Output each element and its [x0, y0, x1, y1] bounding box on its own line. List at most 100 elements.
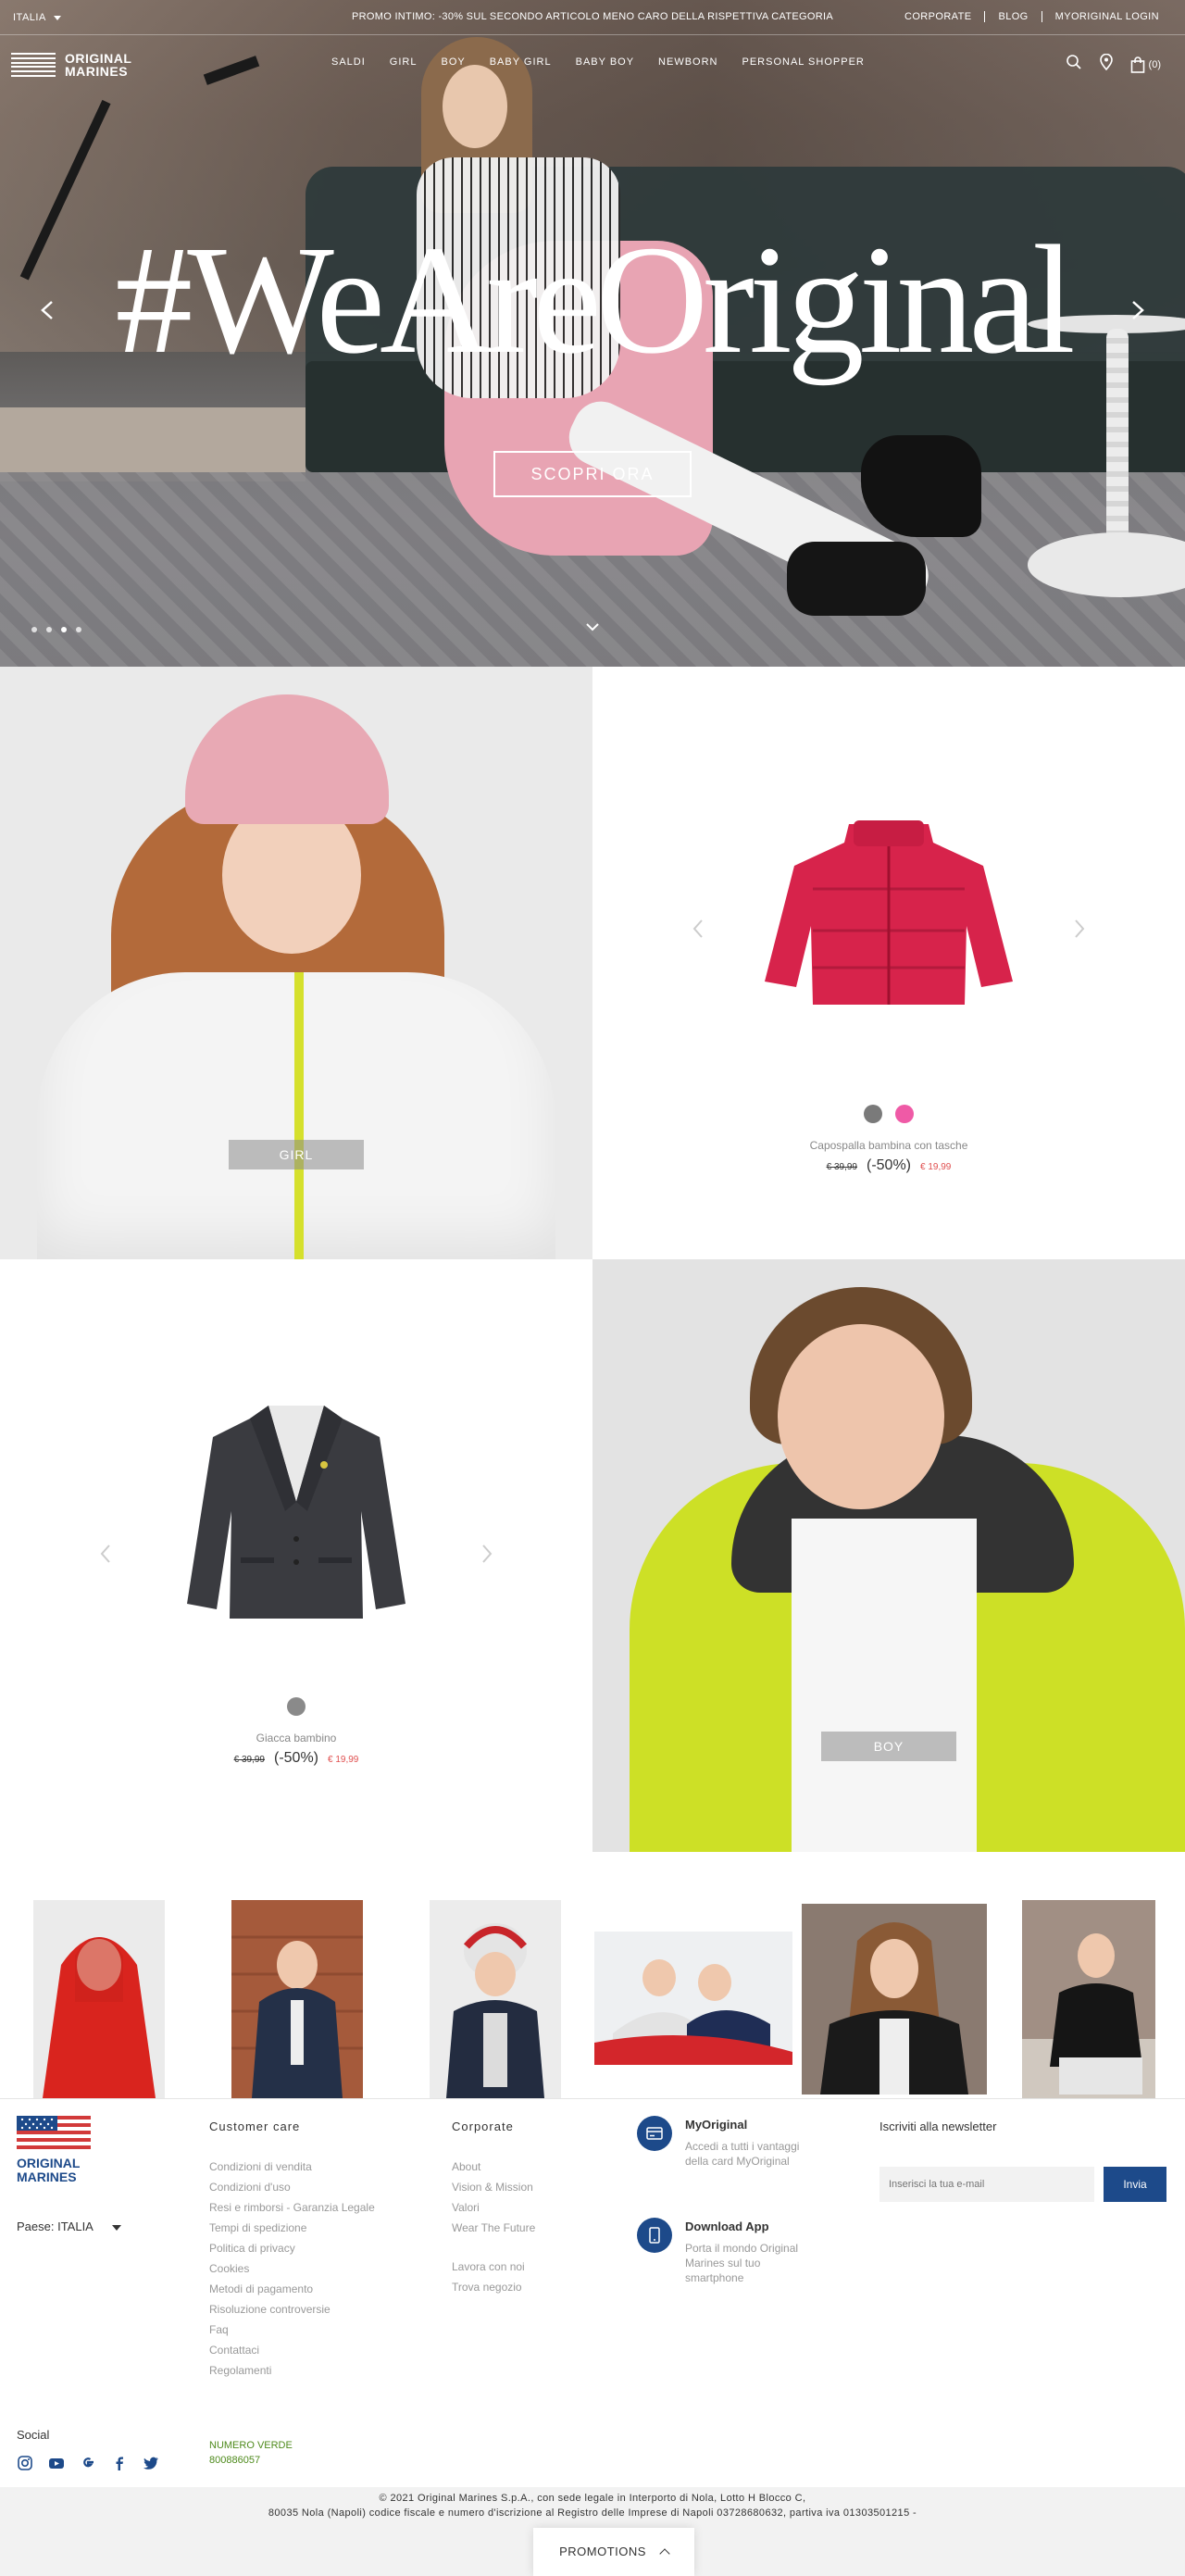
corporate-link[interactable]: CORPORATE	[892, 11, 984, 22]
main-nav: ORIGINAL MARINES SALDI GIRL BOY BABY GIRL…	[0, 37, 1185, 93]
carousel-item[interactable]	[594, 1932, 792, 2065]
promotions-button[interactable]: PROMOTIONS	[533, 2528, 694, 2576]
footer-link[interactable]: Resi e rimborsi - Garanzia Legale	[209, 2197, 375, 2218]
youtube-icon[interactable]	[48, 2455, 65, 2471]
carousel-item[interactable]	[430, 1900, 561, 2098]
nav-item-newborn[interactable]: NEWBORN	[658, 56, 717, 68]
promotions-label: PROMOTIONS	[559, 2545, 646, 2558]
footer-link[interactable]: Valori	[452, 2197, 535, 2218]
footer-link[interactable]: Trova negozio	[452, 2277, 535, 2297]
instagram-icon[interactable]	[17, 2455, 33, 2471]
newsletter-submit-button[interactable]: Invia	[1104, 2167, 1166, 2202]
footer-link[interactable]: Politica di privacy	[209, 2238, 375, 2258]
boy-category-label[interactable]: BOY	[821, 1732, 956, 1761]
myoriginal-login-link[interactable]: MYORIGINAL LOGIN	[1041, 11, 1172, 22]
social-links	[17, 2455, 159, 2471]
discount: (-50%)	[273, 1750, 318, 1766]
hero-dot[interactable]	[31, 627, 37, 632]
customer-care-title: Customer care	[209, 2120, 301, 2133]
numero-verde[interactable]: NUMERO VERDE 800886057	[209, 2438, 293, 2468]
footer-link[interactable]: Regolamenti	[209, 2360, 375, 2381]
footer-link[interactable]: Faq	[209, 2320, 375, 2340]
country-selector[interactable]: ITALIA	[13, 12, 61, 23]
carousel-item[interactable]	[231, 1900, 363, 2098]
product-name[interactable]: Giacca bambino	[0, 1732, 592, 1744]
twitter-icon[interactable]	[143, 2455, 159, 2471]
myoriginal-desc: Accedi a tutti i vantaggi della card MyO…	[685, 2140, 800, 2168]
hero-dot[interactable]	[46, 627, 52, 632]
footer-link[interactable]: Tempi di spedizione	[209, 2218, 375, 2238]
scroll-down-icon[interactable]	[583, 619, 602, 637]
footer-link[interactable]: Cookies	[209, 2258, 375, 2279]
color-swatch-grey[interactable]	[864, 1105, 882, 1123]
footer-link[interactable]: Condizioni d'uso	[209, 2177, 375, 2197]
page: ITALIA PROMO INTIMO: -30% SUL SECONDO AR…	[0, 0, 1185, 2576]
download-app-feature[interactable]: Download App Porta il mondo Original Mar…	[637, 2218, 815, 2285]
nav-item-boy[interactable]: BOY	[441, 56, 465, 68]
discount: (-50%)	[866, 1157, 911, 1173]
legal-line: © 2021 Original Marines S.p.A., con sede…	[379, 2493, 806, 2504]
hero-title: #WeAreOriginal	[115, 214, 1075, 386]
product-image-blazer[interactable]	[185, 1400, 407, 1622]
product-card[interactable]: Capospalla bambina con tasche € 39,99 (-5…	[592, 667, 1185, 1259]
hero-prev-arrow[interactable]	[33, 296, 61, 324]
carousel-item[interactable]	[33, 1900, 165, 2098]
footer-country-label: Paese: ITALIA	[17, 2220, 94, 2233]
product-name[interactable]: Capospalla bambina con tasche	[592, 1139, 1185, 1152]
sale-price: € 19,99	[920, 1162, 952, 1172]
hero-cta-button[interactable]: SCOPRI ORA	[493, 451, 692, 497]
nav-item-girl[interactable]: GIRL	[390, 56, 418, 68]
newsletter-email-input[interactable]	[879, 2167, 1094, 2202]
promo-banner-text[interactable]: PROMO INTIMO: -30% SUL SECONDO ARTICOLO …	[278, 11, 907, 22]
girl-category-tile[interactable]: GIRL	[0, 667, 592, 1259]
color-swatch-pink[interactable]	[895, 1105, 914, 1123]
product-next-arrow[interactable]	[478, 1540, 496, 1568]
legal-line: 80035 Nola (Napoli) codice fiscale e num…	[268, 2507, 917, 2519]
caret-down-icon	[111, 2224, 121, 2231]
carousel-item[interactable]	[1022, 1900, 1155, 2098]
nav-item-baby-girl[interactable]: BABY GIRL	[490, 56, 552, 68]
sale-price: € 19,99	[328, 1755, 359, 1765]
nav-item-personal-shopper[interactable]: PERSONAL SHOPPER	[742, 56, 865, 68]
nav-item-saldi[interactable]: SALDI	[331, 56, 366, 68]
cart-button[interactable]: (0)	[1130, 56, 1161, 73]
myoriginal-feature[interactable]: MyOriginal Accedi a tutti i vantaggi del…	[637, 2116, 815, 2169]
product-card[interactable]: Giacca bambino € 39,99 (-50%) € 19,99	[0, 1259, 592, 1852]
hero-dot[interactable]	[76, 627, 81, 632]
footer-link[interactable]: Vision & Mission	[452, 2177, 535, 2197]
footer-brand-logo[interactable]: ORIGINAL MARINES	[17, 2116, 91, 2184]
footer-link[interactable]: Metodi di pagamento	[209, 2279, 375, 2299]
nav-item-baby-boy[interactable]: BABY BOY	[576, 56, 634, 68]
footer-link[interactable]: Wear The Future	[452, 2218, 535, 2238]
footer-link[interactable]: Condizioni di vendita	[209, 2157, 375, 2177]
color-swatch-grey[interactable]	[287, 1697, 306, 1716]
footer-link[interactable]: Lavora con noi	[452, 2257, 535, 2277]
boy-category-tile[interactable]: BOY	[592, 1259, 1185, 1852]
footer-link[interactable]: About	[452, 2157, 535, 2177]
footer-link[interactable]: Risoluzione controversie	[209, 2299, 375, 2320]
hero-boot	[787, 542, 926, 616]
chevron-up-icon	[659, 2548, 670, 2559]
facebook-icon[interactable]	[111, 2455, 128, 2471]
search-icon[interactable]	[1066, 54, 1082, 75]
product-prev-arrow[interactable]	[689, 915, 707, 943]
hero-dot-active[interactable]	[61, 627, 67, 632]
carousel-item[interactable]	[802, 1904, 987, 2095]
hero-next-arrow[interactable]	[1124, 296, 1152, 324]
flag-icon	[11, 53, 56, 77]
footer-country-selector[interactable]: Paese: ITALIA	[17, 2220, 121, 2233]
product-next-arrow[interactable]	[1070, 915, 1089, 943]
hero-boot	[861, 435, 981, 537]
hero-banner[interactable]: ITALIA PROMO INTIMO: -30% SUL SECONDO AR…	[0, 0, 1185, 667]
cart-count: (0)	[1148, 58, 1161, 70]
brand-logo[interactable]: ORIGINAL MARINES	[11, 52, 131, 78]
product-price: € 39,99 (-50%) € 19,99	[592, 1157, 1185, 1174]
numero-verde-number: 800886057	[209, 2455, 261, 2466]
google-icon[interactable]	[80, 2455, 96, 2471]
product-prev-arrow[interactable]	[96, 1540, 115, 1568]
blog-link[interactable]: BLOG	[984, 11, 1041, 22]
product-image-puffer-jacket[interactable]	[761, 815, 1017, 1009]
girl-category-label[interactable]: GIRL	[229, 1140, 364, 1169]
footer-link[interactable]: Contattaci	[209, 2340, 375, 2360]
store-locator-icon[interactable]	[1099, 53, 1114, 75]
